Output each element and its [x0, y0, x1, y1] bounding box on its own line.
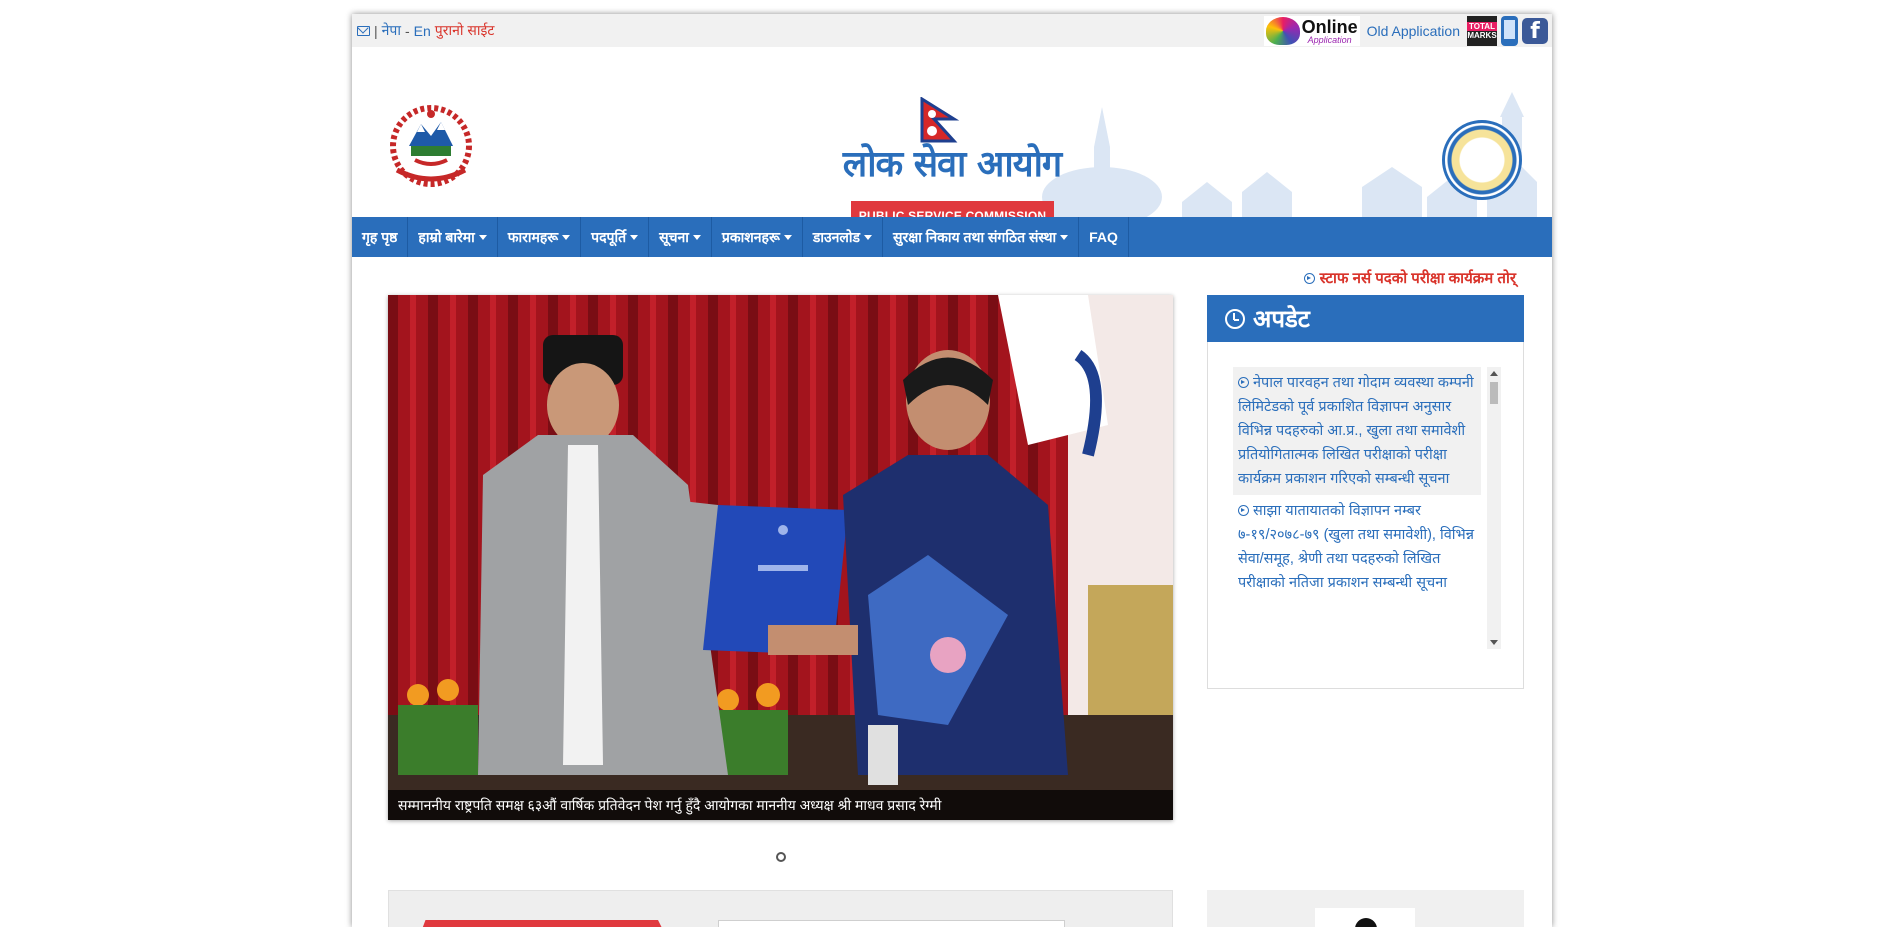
online-application-link[interactable]: Online Application [1263, 16, 1360, 46]
caret-down-icon [783, 234, 792, 240]
ticker-text[interactable]: स्टाफ नर्स पदको परीक्षा कार्यक्रम तोर् [1320, 268, 1516, 288]
scroll-up-icon[interactable] [1490, 371, 1498, 376]
caret-down-icon [562, 234, 571, 240]
caret-down-icon [478, 234, 487, 240]
mail-icon[interactable] [357, 25, 370, 36]
nav-item[interactable]: सूचना [649, 217, 712, 257]
online-subtext: Application [1307, 34, 1352, 45]
nav-item[interactable]: फारामहरू [498, 217, 582, 257]
arrow-circle-icon [1238, 505, 1249, 516]
online-text: Online [1301, 16, 1358, 37]
nav-item-label: प्रकाशनहरू [721, 228, 780, 245]
lang-separator: - [405, 22, 410, 39]
online-logo-icon [1265, 17, 1300, 45]
site-header: लोक सेवा आयोग PUBLIC SERVICE COMMISSION [352, 47, 1552, 232]
marks-top-text: TOTAL [1467, 21, 1497, 31]
commission-seal-icon[interactable] [1442, 120, 1522, 200]
nav-item-label: सुरक्षा निकाय तथा संगठित संस्था [893, 228, 1057, 245]
arrow-circle-icon [1238, 377, 1249, 388]
avatar [1315, 908, 1415, 927]
slider-dot-indicator[interactable] [776, 852, 786, 862]
updates-panel-header: अपडेट [1207, 295, 1524, 342]
total-marks-link[interactable]: TOTAL MARKS [1467, 16, 1497, 46]
update-item[interactable]: नेपाल पारवहन तथा गोदाम व्यवस्था कम्पनी ल… [1233, 367, 1481, 495]
page-frame: | नेपा - En पुरानो साईट Online Applicati… [352, 14, 1552, 927]
nav-item-label: पदपूर्ति [591, 228, 627, 245]
caret-down-icon [864, 234, 872, 240]
section-ribbon [418, 920, 668, 927]
caret-down-icon [630, 234, 639, 240]
nav-item[interactable]: हाम्रो बारेमा [408, 217, 498, 257]
nav-item[interactable]: डाउनलोड [803, 217, 883, 257]
image-slider[interactable]: सम्माननीय राष्ट्रपति समक्ष ६३औं वार्षिक … [388, 295, 1173, 820]
slide-caption: सम्माननीय राष्ट्रपति समक्ष ६३औं वार्षिक … [388, 790, 1173, 820]
slider-photo [388, 295, 1173, 820]
nav-item-label: हाम्रो बारेमा [418, 228, 475, 245]
lang-nepali-link[interactable]: नेपा [382, 21, 401, 40]
nav-item[interactable]: पदपूर्ति [581, 217, 650, 257]
nav-item-label: सूचना [659, 228, 689, 245]
nav-item[interactable]: सुरक्षा निकाय तथा संगठित संस्था [883, 217, 1080, 257]
nav-item[interactable]: FAQ [1079, 217, 1129, 257]
scroll-thumb[interactable] [1490, 382, 1498, 404]
main-navigation: गृह पृष्ठ हाम्रो बारेमा फारामहरू पदपूर्ति सू… [352, 217, 1552, 257]
nav-item[interactable]: गृह पृष्ठ [352, 217, 409, 257]
facebook-icon[interactable]: f [1522, 18, 1548, 44]
update-item[interactable]: साझा यातायातको विज्ञापन नम्बर ७-१९/२०७८-… [1233, 495, 1481, 599]
language-switcher: | नेपा - En पुरानो साईट [357, 21, 494, 40]
updates-scrollbar[interactable] [1487, 367, 1501, 649]
old-application-link[interactable]: Old Application [1367, 23, 1460, 39]
mobile-app-icon[interactable] [1501, 16, 1518, 46]
separator: | [374, 22, 378, 39]
top-bar: | नेपा - En पुरानो साईट Online Applicati… [352, 14, 1552, 47]
lang-english-link[interactable]: En [414, 23, 431, 39]
nav-item-label: फारामहरू [507, 228, 559, 245]
nav-item-label: डाउनलोड [812, 228, 860, 245]
marks-bottom-text: MARKS [1467, 31, 1497, 40]
news-ticker[interactable]: स्टाफ नर्स पदको परीक्षा कार्यक्रम तोर् [1303, 268, 1516, 288]
old-site-link[interactable]: पुरानो साईट [435, 21, 495, 40]
updates-list[interactable]: नेपाल पारवहन तथा गोदाम व्यवस्था कम्पनी ल… [1233, 367, 1501, 649]
updates-panel: नेपाल पारवहन तथा गोदाम व्यवस्था कम्पनी ल… [1207, 342, 1524, 689]
site-title[interactable]: लोक सेवा आयोग [352, 138, 1552, 187]
nav-item-label: FAQ [1089, 229, 1118, 245]
nav-item-label: गृह पृष्ठ [362, 228, 398, 245]
bottom-section-right [1207, 890, 1524, 927]
caret-down-icon [1060, 234, 1069, 240]
clock-icon [1225, 308, 1245, 329]
updates-heading: अपडेट [1253, 306, 1310, 333]
caret-down-icon [692, 234, 701, 240]
bottom-search-box[interactable] [718, 920, 1065, 927]
top-links: Online Application Old Application TOTAL… [1263, 16, 1548, 46]
arrow-circle-icon [1303, 272, 1315, 284]
scroll-down-icon[interactable] [1490, 640, 1498, 645]
nav-item[interactable]: प्रकाशनहरू [712, 217, 803, 257]
